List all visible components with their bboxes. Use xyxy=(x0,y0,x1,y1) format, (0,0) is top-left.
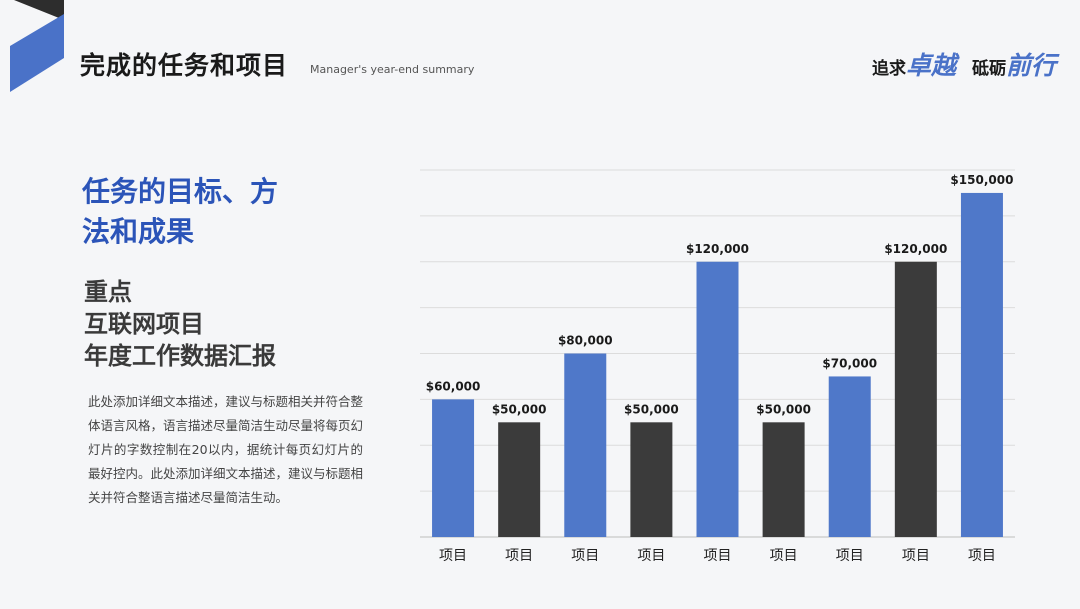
bar xyxy=(630,422,673,537)
page-title: 完成的任务和项目 xyxy=(80,51,289,80)
bar xyxy=(432,399,475,537)
slogan: 追求卓越 砥砺前行 xyxy=(872,46,1056,82)
data-label: $60,000 xyxy=(426,379,481,393)
bar xyxy=(498,422,541,537)
bar xyxy=(960,192,1003,537)
category-label: 项目 xyxy=(968,548,996,564)
subheading-line-1: 重点 xyxy=(84,278,132,306)
category-label: 项目 xyxy=(704,548,732,564)
description-text: 此处添加详细文本描述，建议与标题相关并符合整体语言风格，语言描述尽量简洁生动尽量… xyxy=(88,394,364,505)
category-label: 项目 xyxy=(637,548,665,564)
category-label: 项目 xyxy=(571,548,599,564)
bar xyxy=(828,376,871,537)
subheading-line-3: 年度工作数据汇报 xyxy=(84,342,276,370)
data-label: $80,000 xyxy=(558,334,613,348)
subheading-line-2: 互联网项目 xyxy=(84,310,204,338)
heading-line-1: 任务的目标、方 xyxy=(82,175,279,208)
slogan-part1: 追求 xyxy=(871,59,906,79)
data-label: $50,000 xyxy=(492,402,547,416)
data-label: $50,000 xyxy=(624,402,679,416)
category-label: 项目 xyxy=(505,548,533,564)
category-label: 项目 xyxy=(439,548,467,564)
slogan-accent2: 前行 xyxy=(1005,51,1056,80)
slogan-part2: 砥砺 xyxy=(971,59,1006,79)
slogan-accent1: 卓越 xyxy=(905,51,956,80)
category-label: 项目 xyxy=(836,548,864,564)
bar xyxy=(564,353,607,537)
bar xyxy=(762,422,805,537)
page-subtitle: Manager's year-end summary xyxy=(310,63,475,76)
section-subheading: 重点 互联网项目 年度工作数据汇报 xyxy=(84,276,276,372)
slide: 完成的任务和项目 Manager's year-end summary 追求卓越… xyxy=(0,0,1080,609)
data-label: $50,000 xyxy=(756,402,811,416)
heading-line-2: 法和成果 xyxy=(82,215,195,248)
section-heading: 任务的目标、方 法和成果 xyxy=(82,172,322,252)
bar-chart: $60,000 项目 $50,000 项目 $80,000 项目 $50,000 项目 $120… xyxy=(420,169,1015,564)
data-label: $120,000 xyxy=(884,242,947,256)
bar xyxy=(696,261,739,537)
bar xyxy=(894,261,937,537)
data-label: $150,000 xyxy=(950,173,1013,187)
logo-icon xyxy=(10,0,64,92)
category-label: 项目 xyxy=(770,548,798,564)
category-label: 项目 xyxy=(902,548,930,564)
data-label: $120,000 xyxy=(686,242,749,256)
data-label: $70,000 xyxy=(822,356,877,370)
